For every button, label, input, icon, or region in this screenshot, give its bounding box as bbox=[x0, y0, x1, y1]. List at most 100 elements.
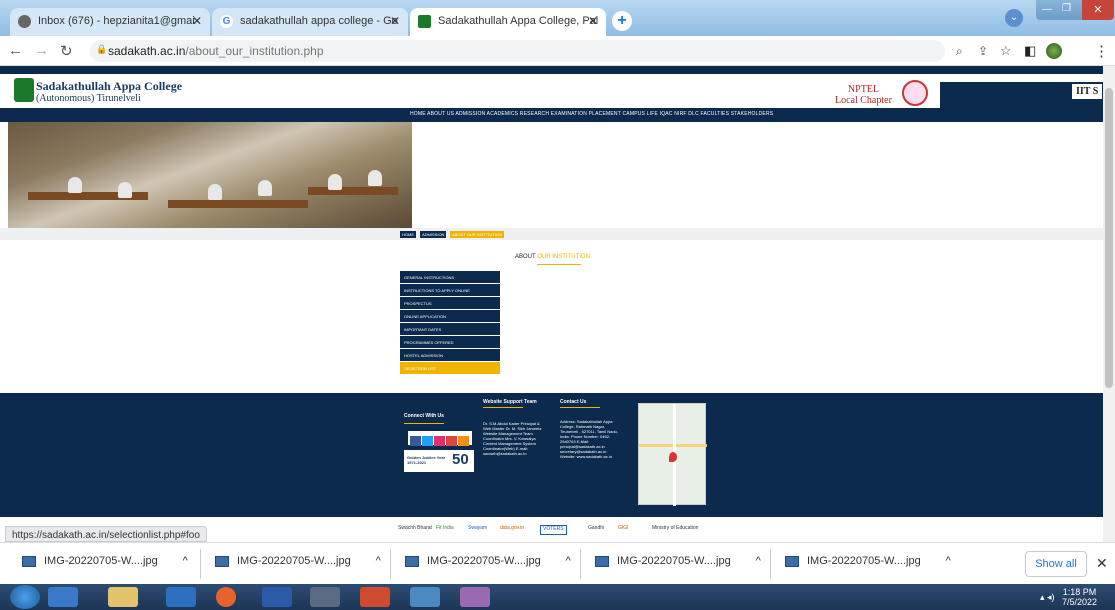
main-nav: HOME ABOUT US ADMISSION ACADEMICS RESEAR… bbox=[0, 108, 1103, 122]
chrome-icon[interactable] bbox=[360, 587, 390, 607]
nptel-logo-icon[interactable] bbox=[902, 80, 928, 106]
media-player-icon[interactable] bbox=[166, 587, 196, 607]
side-menu: GENERAL INSTRUCTIONS INSTRUCTIONS TO APP… bbox=[400, 271, 500, 375]
breadcrumb-admission[interactable]: ADMISSION bbox=[420, 231, 447, 238]
side-menu-important-dates[interactable]: IMPORTANT DATES bbox=[400, 323, 500, 336]
tab-title: Sadakathullah Appa College, Pal bbox=[438, 15, 599, 27]
tab-google-search[interactable]: G sadakathullah appa college - Go ✕ bbox=[212, 8, 408, 36]
location-map[interactable] bbox=[638, 403, 707, 506]
ie-icon[interactable] bbox=[48, 587, 78, 607]
side-menu-online-application[interactable]: ONLINE APPLICATION bbox=[400, 310, 500, 323]
opera-icon[interactable] bbox=[216, 587, 236, 607]
chevron-up-icon[interactable]: ^ bbox=[756, 555, 761, 567]
menu-dots-icon[interactable]: ⋮ bbox=[1094, 42, 1109, 60]
tab-gmail[interactable]: Inbox (676) - hepzianita1@gmai ✕ bbox=[10, 8, 210, 36]
partner-logo[interactable]: Swayam bbox=[468, 525, 487, 535]
paint-icon[interactable] bbox=[460, 587, 490, 607]
partner-logo[interactable]: VOTERS bbox=[540, 525, 567, 535]
partner-logo[interactable]: data.gov.in bbox=[500, 525, 524, 535]
footer-connect-title: Connect With Us bbox=[404, 413, 444, 419]
side-menu-hostel[interactable]: HOSTEL ADMISSION bbox=[400, 349, 500, 362]
partner-logo[interactable]: Fit India bbox=[436, 525, 454, 535]
tray-icons[interactable]: ▴ ◂) bbox=[1040, 592, 1055, 603]
back-arrow-icon[interactable]: ← bbox=[8, 42, 23, 59]
bookmark-star-icon[interactable]: ☆ bbox=[1000, 43, 1012, 59]
chevron-up-icon[interactable]: ^ bbox=[376, 555, 381, 567]
college-logo[interactable] bbox=[14, 78, 34, 102]
side-menu-apply-online[interactable]: INSTRUCTIONS TO APPLY ONLINE bbox=[400, 284, 500, 297]
chevron-up-icon[interactable]: ^ bbox=[566, 555, 571, 567]
zoom-icon[interactable]: ⌕ bbox=[956, 44, 963, 59]
chevron-up-icon[interactable]: ^ bbox=[946, 555, 951, 567]
image-file-icon bbox=[405, 555, 419, 567]
top-social-strip bbox=[0, 66, 1103, 74]
start-button[interactable] bbox=[10, 585, 40, 609]
footer-contact-text: Address: Sadakathullah Appa College, Rah… bbox=[560, 419, 618, 459]
download-item[interactable]: IMG-20220705-W....jpg ^ bbox=[215, 555, 381, 575]
side-menu-prospectus[interactable]: PROSPECTUS bbox=[400, 297, 500, 310]
side-menu-general-instructions[interactable]: GENERAL INSTRUCTIONS bbox=[400, 271, 500, 284]
side-menu-programmes[interactable]: PROGRAMMES OFFERED bbox=[400, 336, 500, 349]
partner-logo[interactable]: Gandhi bbox=[588, 525, 604, 535]
desk bbox=[308, 187, 398, 195]
maximize-icon[interactable]: ❐ bbox=[1062, 3, 1071, 14]
tab-title: sadakathullah appa college - Go bbox=[240, 15, 398, 27]
close-download-bar-icon[interactable]: ✕ bbox=[1096, 555, 1108, 572]
download-bar: IMG-20220705-W....jpg ^ IMG-20220705-W...… bbox=[0, 542, 1115, 584]
show-all-button[interactable]: Show all bbox=[1025, 551, 1087, 577]
forward-arrow-icon[interactable]: → bbox=[34, 42, 49, 59]
download-filename: IMG-20220705-W....jpg bbox=[427, 555, 541, 567]
side-menu-selection-list[interactable]: SELECTION LIST bbox=[400, 362, 500, 375]
url-field[interactable]: 🔒 sadakath.ac.in/about_our_institution.p… bbox=[90, 40, 945, 62]
partner-logo[interactable]: GIGI bbox=[618, 525, 629, 535]
close-icon[interactable]: ✕ bbox=[390, 14, 400, 28]
close-window-icon[interactable]: ✕ bbox=[1082, 0, 1114, 20]
image-file-icon bbox=[595, 555, 609, 567]
share-icon[interactable]: ⇪ bbox=[978, 44, 988, 58]
chevron-up-icon[interactable]: ^ bbox=[183, 555, 188, 567]
new-tab-button[interactable]: + bbox=[612, 11, 632, 31]
facebook-icon[interactable] bbox=[410, 436, 421, 446]
gmail-favicon-icon bbox=[18, 15, 31, 28]
tab-search-icon[interactable]: ⌄ bbox=[1005, 9, 1023, 27]
breadcrumb-home[interactable]: HOME bbox=[400, 231, 416, 238]
college-subtitle: (Autonomous) Tirunelveli bbox=[36, 93, 141, 104]
nptel-label[interactable]: NPTEL Local Chapter bbox=[835, 84, 892, 106]
download-filename: IMG-20220705-W....jpg bbox=[237, 555, 351, 567]
partner-logo[interactable]: Swachh Bharat bbox=[398, 525, 432, 535]
display-icon[interactable] bbox=[410, 587, 440, 607]
download-filename: IMG-20220705-W....jpg bbox=[617, 555, 731, 567]
student bbox=[118, 182, 132, 198]
reload-icon[interactable]: ↻ bbox=[60, 42, 73, 60]
tab-title: Inbox (676) - hepzianita1@gmai bbox=[38, 15, 195, 27]
download-item[interactable]: IMG-20220705-W....jpg ^ bbox=[785, 555, 951, 575]
tab-sadakath[interactable]: Sadakathullah Appa College, Pal ✕ bbox=[410, 8, 606, 36]
image-file-icon bbox=[215, 555, 229, 567]
close-icon[interactable]: ✕ bbox=[192, 14, 202, 28]
download-item[interactable]: IMG-20220705-W....jpg ^ bbox=[22, 555, 188, 575]
footer-underline bbox=[404, 423, 444, 424]
address-bar-row: ← → ↻ 🔒 sadakath.ac.in/about_our_institu… bbox=[0, 36, 1115, 66]
explorer-icon[interactable] bbox=[108, 587, 138, 607]
minimize-icon[interactable]: — bbox=[1042, 4, 1052, 15]
student bbox=[328, 174, 342, 190]
partner-logo[interactable]: Ministry of Education bbox=[652, 525, 698, 535]
profile-avatar[interactable] bbox=[1046, 43, 1062, 59]
download-item[interactable]: IMG-20220705-W....jpg ^ bbox=[595, 555, 761, 575]
student bbox=[258, 180, 272, 196]
map-pin-icon bbox=[669, 452, 677, 462]
divider bbox=[390, 549, 391, 579]
main-nav-items[interactable]: HOME ABOUT US ADMISSION ACADEMICS RESEAR… bbox=[410, 111, 773, 117]
twitter-icon[interactable] bbox=[422, 436, 433, 446]
page-scrollbar[interactable] bbox=[1103, 66, 1115, 542]
blog-icon[interactable] bbox=[458, 436, 469, 446]
instagram-icon[interactable] bbox=[434, 436, 445, 446]
word-icon[interactable] bbox=[262, 587, 292, 607]
download-item[interactable]: IMG-20220705-W....jpg ^ bbox=[405, 555, 571, 575]
close-icon[interactable]: ✕ bbox=[588, 14, 598, 28]
scrollbar-thumb[interactable] bbox=[1105, 88, 1113, 388]
side-panel-icon[interactable]: ◧ bbox=[1024, 43, 1036, 59]
k7-icon[interactable] bbox=[310, 587, 340, 607]
system-clock[interactable]: 1:18 PM 7/5/2022 bbox=[1062, 587, 1097, 607]
youtube-icon[interactable] bbox=[446, 436, 457, 446]
